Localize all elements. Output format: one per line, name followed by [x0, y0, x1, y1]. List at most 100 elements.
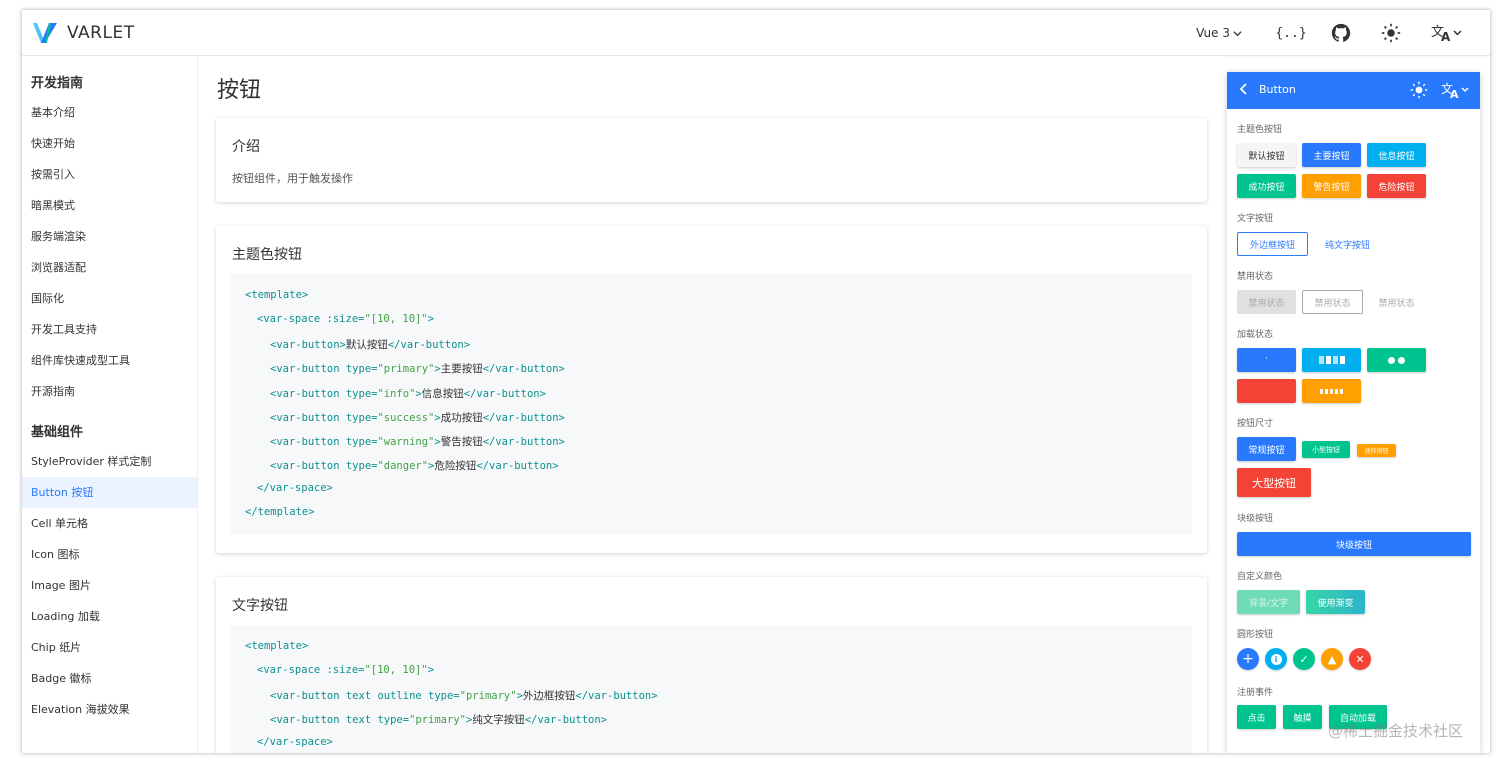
sidebar-item-contribute[interactable]: 开源指南: [22, 376, 197, 407]
primary-button[interactable]: 主要按钮: [1302, 143, 1361, 167]
code-line: <var-button type="primary">主要按钮</var-but…: [270, 363, 565, 375]
code-block[interactable]: <template> <var-space :size="[10, 10]"> …: [231, 274, 1192, 534]
card-description: 按钮组件，用于触发操作: [232, 172, 353, 185]
section-label: 块级按钮: [1237, 514, 1274, 524]
sidebar-item-button[interactable]: Button 按钮: [22, 477, 197, 508]
card-title: 介绍: [232, 139, 260, 155]
sidebar-item-intro[interactable]: 基本介绍: [22, 97, 197, 128]
mobile-preview: Button 文A 主题色按钮 默认按钮 主要按钮 信息按钮 成功按钮 警告按钮…: [1227, 72, 1480, 753]
mini-size-button[interactable]: 迷你按钮: [1357, 444, 1396, 457]
danger-button[interactable]: 危险按钮: [1367, 174, 1426, 198]
check-icon: ✓: [1299, 652, 1309, 666]
svg-text:A: A: [1441, 30, 1451, 43]
section-label: 禁用状态: [1237, 272, 1274, 282]
round-warning-button[interactable]: ▲: [1321, 648, 1343, 670]
code-line: <var-button type="info">信息按钮</var-button…: [270, 388, 546, 400]
back-arrow-icon[interactable]: [1239, 83, 1249, 99]
sidebar-item-quickstart[interactable]: 快速开始: [22, 128, 197, 159]
section-label: 主题色按钮: [1237, 125, 1283, 135]
sidebar-item-browser[interactable]: 浏览器适配: [22, 252, 197, 283]
small-size-button[interactable]: 小型按钮: [1302, 441, 1350, 458]
loading-wave-icon: [1318, 356, 1345, 364]
logo-icon[interactable]: [32, 20, 58, 46]
sidebar-item-i18n[interactable]: 国际化: [22, 283, 197, 314]
code-line: <var-button text type="primary">纯文字按钮</v…: [270, 714, 607, 726]
header-actions: Vue 3 {..} 文A: [1196, 10, 1478, 56]
disabled-outline-button: 禁用状态: [1302, 290, 1363, 314]
section-label: 加载状态: [1237, 330, 1274, 340]
code-line: <template>: [245, 640, 309, 652]
intro-card: 介绍 按钮组件，用于触发操作: [216, 118, 1207, 202]
sidebar-item-loading[interactable]: Loading 加载: [22, 601, 197, 632]
svg-text:A: A: [1450, 88, 1459, 99]
custom-color-button[interactable]: 背景/文字: [1237, 590, 1300, 614]
sidebar-item-cli[interactable]: 组件库快速成型工具: [22, 345, 197, 376]
sidebar-nav: 开发指南 基本介绍 快速开始 按需引入 暗黑模式 服务端渲染 浏览器适配 国际化…: [22, 56, 198, 753]
warning-button[interactable]: 警告按钮: [1302, 174, 1361, 198]
large-size-button[interactable]: 大型按钮: [1237, 468, 1311, 497]
code-line: <var-space :size="[10, 10]">: [257, 664, 435, 676]
loading-wave-button[interactable]: [1302, 348, 1361, 372]
sidebar-item-elevation[interactable]: Elevation 海拔效果: [22, 694, 197, 725]
info-button[interactable]: 信息按钮: [1367, 143, 1426, 167]
sidebar-item-badge[interactable]: Badge 徽标: [22, 663, 197, 694]
page-title: 按钮: [217, 78, 262, 103]
doc-content: 按钮 介绍 按钮组件，用于触发操作 主题色按钮 <template> <var-…: [198, 56, 1226, 753]
github-icon[interactable]: [1330, 22, 1352, 44]
round-check-button[interactable]: ✓: [1293, 648, 1315, 670]
code-line: </template>: [245, 506, 315, 518]
code-line: </var-space>: [257, 736, 333, 748]
language-icon[interactable]: 文A: [1441, 81, 1471, 99]
plain-text-button[interactable]: 纯文字按钮: [1317, 232, 1378, 256]
sidebar-item-style-provider[interactable]: StyleProvider 样式定制: [22, 446, 197, 477]
loading-cube-button[interactable]: [1367, 348, 1426, 372]
theme-buttons-card: 主题色按钮 <template> <var-space :size="[10, …: [216, 226, 1207, 553]
gradient-button[interactable]: 使用渐变: [1306, 590, 1365, 614]
language-icon[interactable]: 文A: [1430, 22, 1464, 44]
block-button[interactable]: 块级按钮: [1237, 532, 1471, 556]
code-block[interactable]: <template> <var-space :size="[10, 10]"> …: [231, 625, 1192, 753]
loading-circle-button[interactable]: ˈ: [1237, 348, 1296, 372]
code-line: <var-button type="danger">危险按钮</var-butt…: [270, 460, 559, 472]
loading-disappear-button[interactable]: [1302, 379, 1361, 403]
loading-rect-button[interactable]: [1237, 379, 1296, 403]
disabled-text-button: 禁用状态: [1367, 290, 1426, 314]
sidebar-item-cell[interactable]: Cell 单元格: [22, 508, 197, 539]
touch-event-button[interactable]: 触摸: [1283, 705, 1322, 729]
round-info-button[interactable]: i: [1265, 648, 1287, 670]
version-select[interactable]: Vue 3: [1196, 26, 1242, 40]
plus-icon: +: [1242, 651, 1254, 667]
normal-size-button[interactable]: 常规按钮: [1237, 437, 1296, 461]
sidebar-item-devtools[interactable]: 开发工具支持: [22, 314, 197, 345]
text-buttons-card: 文字按钮 <template> <var-space :size="[10, 1…: [216, 577, 1207, 753]
info-icon: i: [1270, 653, 1282, 665]
sidebar-item-chip[interactable]: Chip 纸片: [22, 632, 197, 663]
sidebar-item-icon[interactable]: Icon 图标: [22, 539, 197, 570]
sidebar-item-dark-mode[interactable]: 暗黑模式: [22, 190, 197, 221]
theme-sun-icon[interactable]: [1380, 22, 1402, 44]
default-button[interactable]: 默认按钮: [1237, 143, 1296, 167]
outline-button[interactable]: 外边框按钮: [1237, 232, 1308, 256]
code-playground-icon[interactable]: {..}: [1275, 22, 1306, 44]
code-line: <var-button type="warning">警告按钮</var-but…: [270, 436, 565, 448]
code-line: </var-space>: [257, 482, 333, 494]
loading-spinner-icon: ˈ: [1265, 355, 1268, 365]
code-line: <var-button>默认按钮</var-button>: [270, 339, 471, 351]
brand-name[interactable]: VARLET: [67, 23, 135, 43]
preview-app-bar: Button 文A: [1227, 72, 1480, 109]
theme-sun-icon[interactable]: [1410, 81, 1428, 99]
sidebar-item-on-demand[interactable]: 按需引入: [22, 159, 197, 190]
card-title: 文字按钮: [232, 598, 288, 614]
preview-title: Button: [1259, 83, 1296, 96]
click-event-button[interactable]: 点击: [1237, 705, 1276, 729]
section-label: 文字按钮: [1237, 214, 1274, 224]
loading-bars-icon: [1320, 388, 1343, 394]
sidebar-group-title: 开发指南: [31, 76, 84, 91]
code-line: <var-button type="success">成功按钮</var-but…: [270, 412, 565, 424]
round-close-button[interactable]: ✕: [1349, 648, 1371, 670]
success-button[interactable]: 成功按钮: [1237, 174, 1296, 198]
sidebar-item-image[interactable]: Image 图片: [22, 570, 197, 601]
app-window: VARLET Vue 3 {..} 文A 开发指南 基本介绍 快速开始 按需引入…: [22, 10, 1490, 753]
round-plus-button[interactable]: +: [1237, 648, 1259, 670]
sidebar-item-ssr[interactable]: 服务端渲染: [22, 221, 197, 252]
